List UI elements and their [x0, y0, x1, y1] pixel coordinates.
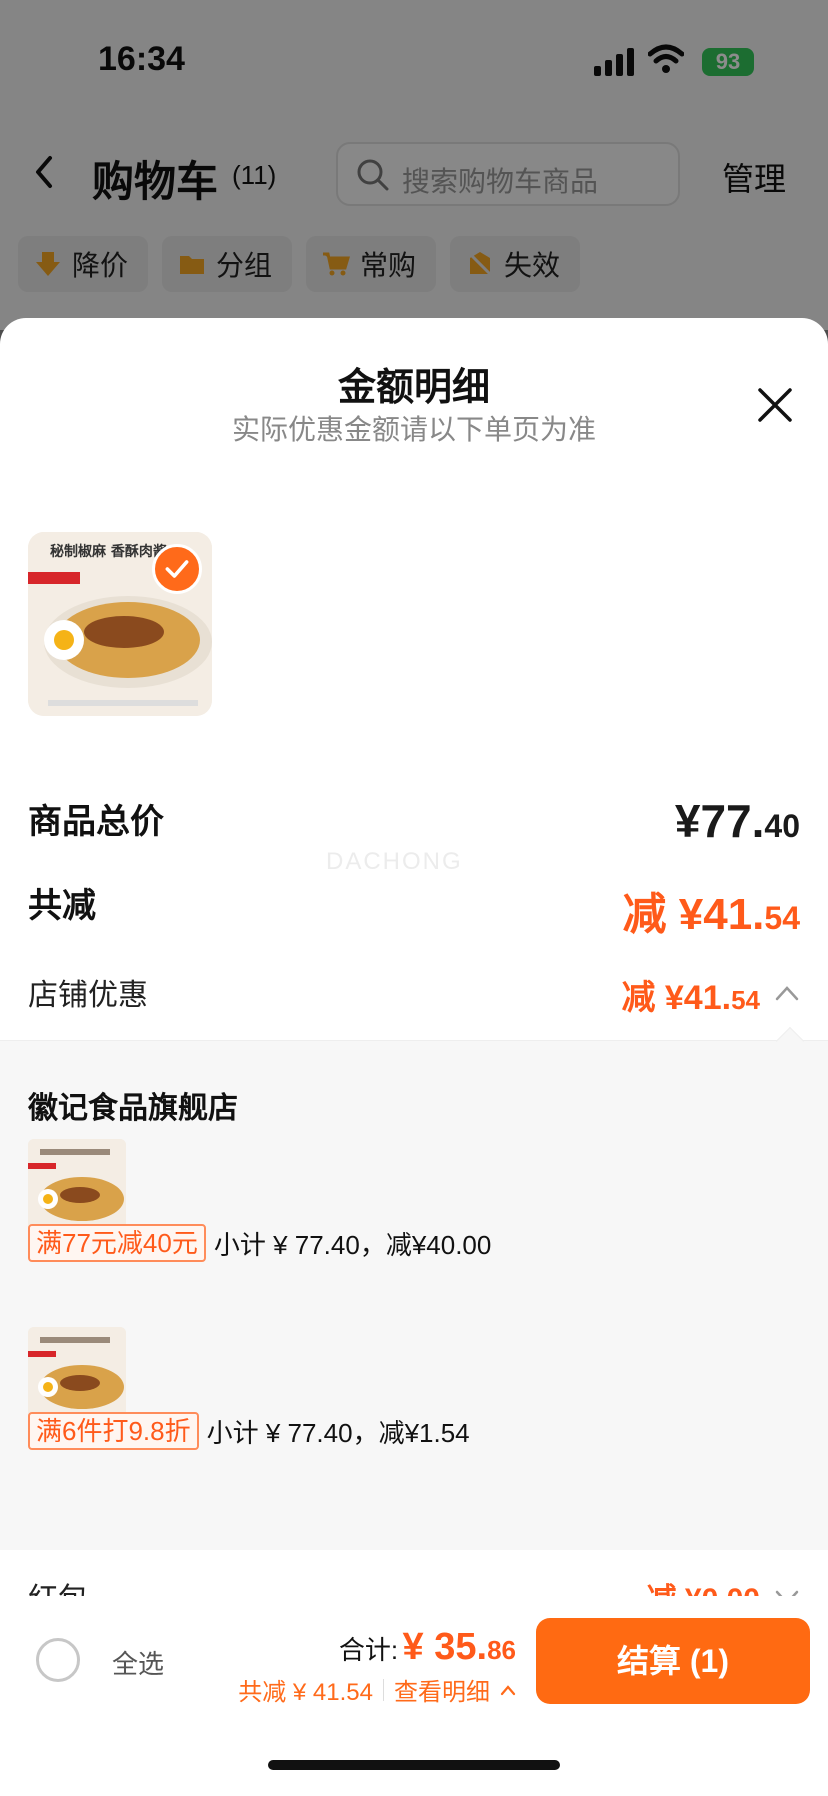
divider: [383, 1678, 384, 1701]
discount-row: 共减 减 ¥41.54: [28, 878, 800, 939]
select-all-label[interactable]: 全选: [112, 1644, 164, 1681]
promo-line: 满77元减40元 小计 ¥ 77.40，减¥40.00: [28, 1223, 491, 1263]
promo-subtotal: 小计 ¥ 77.40，减¥1.54: [206, 1417, 470, 1448]
saved-amount: 共减 ¥ 41.54: [238, 1679, 373, 1706]
store-name: 徽记食品旗舰店: [28, 1092, 238, 1125]
total-line: 合计: ¥ 35.86: [339, 1626, 516, 1669]
saved-line: 共减 ¥ 41.54 查看明细: [238, 1672, 516, 1707]
checkout-button[interactable]: 结算 (1): [536, 1618, 810, 1704]
promo-tag: 满77元减40元: [28, 1224, 206, 1262]
chevron-up-icon[interactable]: [500, 1684, 516, 1696]
total-price-label: 商品总价: [28, 803, 164, 841]
sheet-title: 金额明细: [337, 367, 490, 409]
panel-notch: [775, 1026, 805, 1056]
sheet-subtitle: 实际优惠金额请以下单页为准: [231, 414, 596, 445]
product-title-text: 秘制椒麻 香酥肉酱: [50, 543, 167, 560]
total-amount: ¥ 35.86: [402, 1626, 516, 1668]
select-all-radio[interactable]: [36, 1638, 80, 1682]
watermark: DACHONG: [326, 848, 463, 875]
chevron-up-icon[interactable]: [774, 984, 800, 1002]
total-price-row: 商品总价 ¥77.40: [28, 794, 800, 847]
promo-subtotal: 小计 ¥ 77.40，减¥40.00: [213, 1229, 492, 1260]
store-discount-detail: 徽记食品旗舰店 满77元减40元 小计 ¥ 77.40，减¥40.00 满6件打…: [0, 1026, 828, 1550]
discount-value: 减 ¥41.54: [622, 890, 800, 939]
promo-line: 满6件打9.8折 小计 ¥ 77.40，减¥1.54: [28, 1411, 470, 1451]
home-indicator: [268, 1760, 560, 1770]
total-price-value: ¥77.40: [674, 795, 800, 847]
store-discount-value: 减 ¥41.54: [621, 979, 760, 1017]
checkout-bar: 全选 合计: ¥ 35.86 共减 ¥ 41.54 查看明细 结算 (1): [0, 1596, 828, 1718]
view-detail-link[interactable]: 查看明细: [394, 1672, 490, 1707]
store-discount-label: 店铺优惠: [28, 979, 148, 1012]
selected-check-icon: [152, 544, 202, 594]
store-discount-row[interactable]: 店铺优惠 减 ¥41.54: [28, 970, 800, 1020]
close-icon[interactable]: [756, 386, 794, 424]
discount-label: 共减: [28, 887, 96, 925]
promo-tag: 满6件打9.8折: [28, 1412, 199, 1450]
total-label: 合计:: [338, 1635, 399, 1665]
amount-detail-sheet: 金额明细 实际优惠金额请以下单页为准 秘制椒麻 香酥肉酱 DACHONG 商品总…: [0, 318, 828, 1796]
